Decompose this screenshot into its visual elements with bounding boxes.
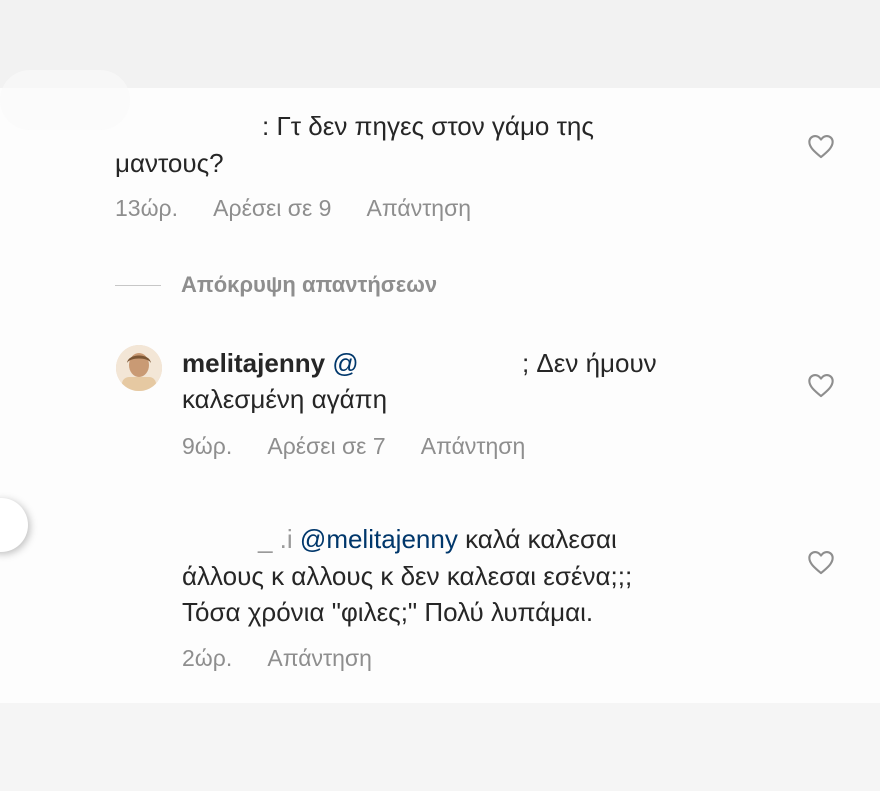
comment-2-line-1: melitajenny @xxxxxxxxxxxx ; Δεν ήμουν <box>182 344 657 382</box>
hide-replies-label[interactable]: Απόκρυψη απαντήσεων <box>181 270 437 300</box>
comment-2-username[interactable]: melitajenny <box>182 348 325 378</box>
comment-2-time: 9ώρ. <box>182 433 233 459</box>
comment-1-line-2: μαντους? <box>115 148 224 178</box>
screen-smudge <box>0 70 130 130</box>
comment-2-line-2: καλεσμένη αγάπη <box>182 384 388 414</box>
comment-2-mention[interactable]: @ <box>332 348 358 378</box>
comment-1-likes[interactable]: Αρέσει σε 9 <box>213 195 331 221</box>
heart-icon[interactable] <box>807 372 835 398</box>
comment-1-time: 13ώρ. <box>115 195 179 221</box>
comment-3-time: 2ώρ. <box>182 645 233 671</box>
comment-3-line-1: _ .i @melitajenny καλά καλεσαι <box>258 520 617 558</box>
comment-2-meta: 9ώρ. Αρέσει σε 7 Απάντηση <box>182 433 525 460</box>
comment-3-reply-button[interactable]: Απάντηση <box>267 645 372 671</box>
avatar[interactable] <box>116 345 162 391</box>
comment-3-mention[interactable]: @melitajenny <box>300 524 458 554</box>
bottom-background <box>0 703 880 791</box>
comment-1-line-1: : Γτ δεν πηγες στον γάμο της <box>262 111 594 141</box>
comment-1-reply-button[interactable]: Απάντηση <box>367 195 472 221</box>
top-background <box>0 0 880 88</box>
comment-2-likes[interactable]: Αρέσει σε 7 <box>267 433 385 459</box>
heart-icon[interactable] <box>807 133 835 159</box>
comment-3-meta: 2ώρ. Απάντηση <box>182 645 372 672</box>
heart-icon[interactable] <box>807 549 835 575</box>
comment-3-username[interactable]: _ .i <box>258 524 293 554</box>
comment-3-line-3: Τόσα χρόνια "φιλες;" Πολύ λυπάμαι. <box>182 597 594 627</box>
comment-2-reply-button[interactable]: Απάντηση <box>421 433 526 459</box>
hide-replies-line <box>115 285 161 286</box>
comment-3-line-2: άλλους κ αλλους κ δεν καλεσαι εσένα;;; <box>182 561 633 591</box>
redacted-mention: xxxxxxxxxxxx <box>358 344 515 382</box>
comment-2-text: ; Δεν ήμουν <box>521 348 657 378</box>
comment-1-meta: 13ώρ. Αρέσει σε 9 Απάντηση <box>115 195 471 222</box>
comment-3-text: καλά καλεσαι <box>465 524 617 554</box>
